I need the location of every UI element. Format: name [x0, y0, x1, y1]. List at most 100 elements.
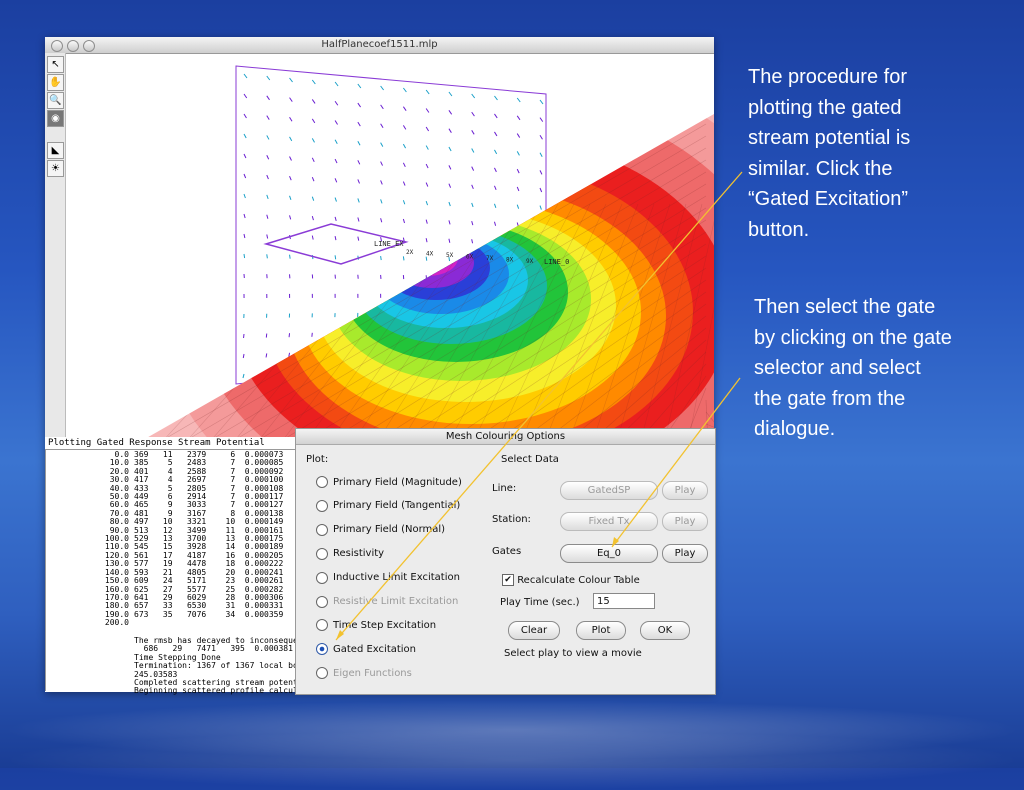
zoom-magnifier-icon[interactable]: 🔍 — [47, 92, 64, 109]
vector-arrow — [517, 205, 518, 209]
radio-button[interactable] — [316, 476, 328, 488]
caption-line: “Gated Excitation” — [748, 184, 910, 215]
view-angle-icon[interactable]: ◣ — [47, 142, 64, 159]
play-time-input[interactable]: 15 — [593, 593, 655, 609]
vector-arrow — [290, 137, 292, 141]
plot-option-resistivity[interactable]: Resistivity — [316, 546, 384, 562]
close-window-button[interactable] — [51, 40, 63, 52]
vector-arrow — [449, 110, 452, 114]
radio-button[interactable] — [316, 524, 328, 536]
plot-option-primary-field-tangential-[interactable]: Primary Field (Tangential) — [316, 498, 460, 514]
radio-button[interactable] — [316, 500, 328, 512]
vector-arrow — [290, 196, 291, 200]
play-time-label: Play Time (sec.) — [500, 597, 580, 608]
vector-arrow — [243, 354, 244, 358]
zoom-window-button[interactable] — [83, 40, 95, 52]
vector-arrow — [244, 254, 245, 258]
vector-arrow — [517, 151, 519, 155]
plot-option-primary-field-magnitude-[interactable]: Primary Field (Magnitude) — [316, 474, 462, 490]
vector-arrow — [358, 218, 359, 222]
station-play-button[interactable]: Play — [662, 512, 708, 531]
vector-arrow — [358, 103, 361, 107]
arrow-pointer-icon[interactable]: ↖ — [47, 56, 64, 73]
plot-option-primary-field-normal-[interactable]: Primary Field (Normal) — [316, 522, 445, 538]
radio-button[interactable] — [316, 596, 328, 608]
console-output[interactable]: 0.0 10.0 20.0 30.0 40.0 50.0 60.0 70.0 8… — [45, 449, 294, 691]
line-0-label: LINE_0 — [544, 258, 569, 266]
vector-arrow — [403, 107, 406, 111]
vector-arrow — [494, 96, 497, 100]
play-hint: Select play to view a movie — [504, 648, 642, 659]
vector-arrow — [426, 90, 429, 94]
plot-option-inductive-limit-excitation[interactable]: Inductive Limit Excitation — [316, 570, 460, 586]
vector-arrow — [267, 175, 269, 179]
vector-arrow — [403, 256, 404, 260]
vector-arrow — [244, 134, 246, 138]
vector-arrow — [403, 144, 405, 148]
vector-arrow — [517, 134, 519, 138]
caption-line: selector and select — [754, 353, 952, 384]
station-selector[interactable]: Fixed Tx — [560, 512, 658, 531]
vector-arrow — [517, 169, 519, 173]
vector-arrow — [403, 200, 404, 204]
vector-arrow — [381, 218, 382, 222]
minimize-window-button[interactable] — [67, 40, 79, 52]
caption-line: button. — [748, 215, 910, 246]
radio-label: Time Step Excitation — [333, 620, 436, 631]
vector-arrow — [358, 141, 360, 145]
hand-pan-icon[interactable]: ✋ — [47, 74, 64, 91]
ok-button[interactable]: OK — [640, 621, 690, 640]
vector-arrow — [426, 183, 428, 187]
vector-arrow — [358, 179, 360, 183]
radio-label: Primary Field (Magnitude) — [333, 477, 462, 488]
3d-plot-view[interactable]: LINE_EX LINE_0 2X4X5X6X7X8X9X — [66, 54, 714, 444]
mesh-colouring-dialog: Mesh Colouring Options Plot: Select Data… — [295, 428, 716, 695]
caption-line: the gate from the — [754, 384, 952, 415]
vector-arrow — [267, 76, 270, 80]
caption-second: Then select the gate by clicking on the … — [754, 292, 952, 445]
vector-arrow — [426, 220, 427, 224]
line-ex-label: LINE_EX — [374, 240, 404, 248]
vector-arrow — [426, 201, 427, 205]
station-mark-label: 9X — [526, 258, 534, 265]
vector-arrow — [358, 198, 359, 202]
vector-arrow — [494, 186, 496, 190]
vector-arrow — [449, 92, 452, 96]
radio-label: Inductive Limit Excitation — [333, 572, 460, 583]
radio-button[interactable] — [316, 667, 328, 679]
plot-option-eigen-functions[interactable]: Eigen Functions — [316, 665, 412, 681]
clear-button[interactable]: Clear — [508, 621, 560, 640]
gate-selector[interactable]: Eq_0 — [560, 544, 658, 563]
vector-arrow — [381, 180, 383, 184]
radio-label: Gated Excitation — [333, 644, 416, 655]
plot-button[interactable]: Plot — [576, 621, 626, 640]
vector-arrow — [358, 237, 359, 241]
gates-play-button[interactable]: Play — [662, 544, 708, 563]
light-source-icon[interactable]: ☀ — [47, 160, 64, 177]
recalculate-checkbox[interactable]: ✔ — [502, 574, 514, 586]
vector-arrow — [244, 194, 245, 198]
vector-arrow — [540, 206, 541, 210]
station-mark-label: 7X — [486, 255, 494, 262]
caption-first: The procedure for plotting the gated str… — [748, 62, 910, 245]
line-label: Line: — [492, 483, 516, 494]
vector-arrow — [290, 157, 292, 161]
dialog-title[interactable]: Mesh Colouring Options — [296, 429, 715, 445]
radio-button[interactable] — [316, 548, 328, 560]
vector-arrow — [403, 125, 405, 129]
line-selector[interactable]: GatedSP — [560, 481, 658, 500]
vector-arrow — [540, 135, 542, 139]
radio-button[interactable] — [316, 643, 328, 655]
plot-option-resistive-limit-excitation[interactable]: Resistive Limit Excitation — [316, 594, 458, 610]
window-titlebar[interactable]: HalfPlanecoef1511.mlp — [45, 37, 714, 54]
vector-arrow — [267, 195, 268, 199]
radio-button[interactable] — [316, 619, 328, 631]
line-play-button[interactable]: Play — [662, 481, 708, 500]
vector-arrow — [449, 147, 451, 151]
radio-button[interactable] — [316, 572, 328, 584]
plot-option-gated-excitation[interactable]: Gated Excitation — [316, 641, 416, 657]
vector-arrow — [267, 235, 268, 239]
plot-option-time-step-excitation[interactable]: Time Step Excitation — [316, 617, 436, 633]
recalculate-row[interactable]: ✔ Recalculate Colour Table — [502, 574, 640, 586]
rotate-tool-icon[interactable]: ◉ — [47, 110, 64, 127]
